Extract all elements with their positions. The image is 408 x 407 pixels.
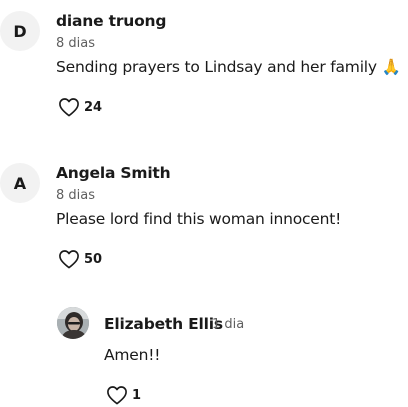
comment-timestamp: 8 dias	[56, 36, 96, 51]
reply-item: Elizabeth Ellis 1 dia Amen!! 1	[0, 300, 408, 407]
comment-item: A Angela Smith 8 dias Please lord find t…	[0, 152, 408, 282]
avatar-photo	[57, 307, 89, 339]
avatar-initial: A	[13, 173, 27, 193]
like-button[interactable]: 1	[106, 385, 141, 405]
reply-timestamp: 1 dia	[212, 317, 245, 332]
like-button[interactable]: 50	[58, 249, 102, 269]
comment-timestamp: 8 dias	[56, 188, 96, 203]
comment-text: Please lord find this woman innocent!	[56, 210, 342, 228]
like-count: 50	[84, 251, 103, 267]
comment-author[interactable]: Angela Smith	[56, 164, 171, 182]
reply-text: Amen!!	[104, 346, 161, 364]
comment-item: D diane truong 8 dias Sending prayers to…	[0, 0, 408, 130]
comment-author[interactable]: diane truong	[56, 12, 166, 30]
like-count: 1	[132, 387, 142, 403]
reply-author[interactable]: Elizabeth Ellis	[104, 315, 223, 333]
like-count: 24	[84, 99, 103, 115]
heart-outline-icon	[58, 97, 80, 117]
avatar[interactable]	[57, 307, 89, 339]
avatar[interactable]: A	[0, 163, 40, 203]
like-button[interactable]: 24	[58, 97, 102, 117]
avatar-initial: D	[13, 21, 27, 41]
avatar[interactable]: D	[0, 11, 40, 51]
comment-text: Sending prayers to Lindsay and her famil…	[56, 58, 401, 76]
heart-outline-icon	[58, 249, 80, 269]
heart-outline-icon	[106, 385, 128, 405]
